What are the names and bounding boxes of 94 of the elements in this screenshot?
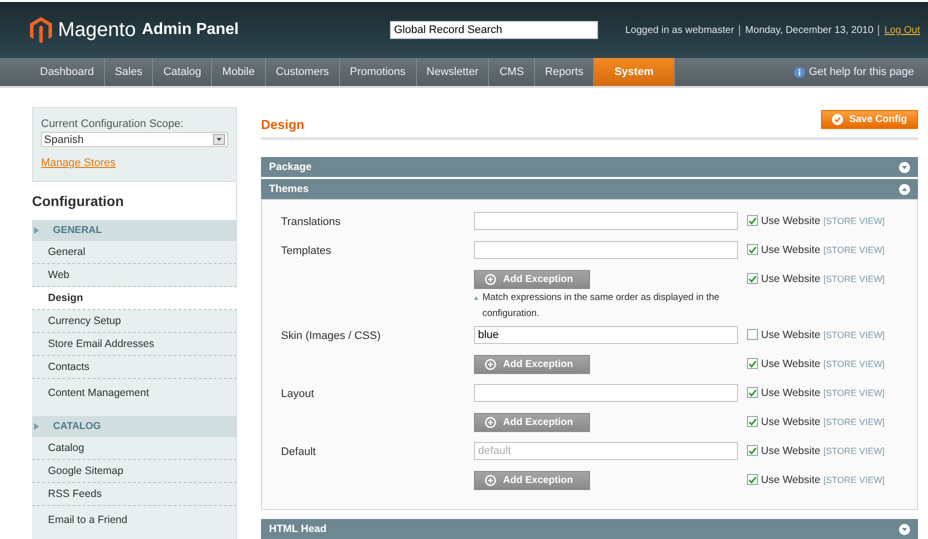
- scope-label: Current Configuration Scope:: [41, 118, 184, 130]
- add-exception-button[interactable]: Add Exception: [474, 471, 590, 490]
- dropdown-icon: [213, 134, 225, 145]
- text-field[interactable]: [474, 212, 738, 230]
- checkbox-label: Use Website: [761, 387, 820, 399]
- checkbox-label: Use Website: [761, 244, 820, 256]
- nav-tab[interactable]: Promotions: [340, 58, 417, 86]
- checkbox[interactable]: [747, 445, 758, 456]
- date-text: Monday, December 13, 2010: [739, 24, 874, 36]
- text-field[interactable]: [474, 241, 738, 259]
- save-config-button[interactable]: Save Config: [821, 110, 918, 129]
- sidebar-item[interactable]: Currency Setup: [32, 310, 237, 333]
- plus-icon: [485, 274, 496, 285]
- triangle-icon: [474, 296, 478, 300]
- checkbox-label: Use Website: [761, 215, 820, 227]
- user-info: Logged in as webmaster: [625, 24, 734, 36]
- section-title: GENERAL: [53, 225, 102, 236]
- triangle-icon: [34, 423, 39, 430]
- text-field[interactable]: default: [474, 442, 738, 460]
- help-icon: [794, 66, 805, 78]
- note-text: Match expressions in the same order as displayed in the configuration.: [482, 291, 720, 321]
- add-exception-button[interactable]: Add Exception: [474, 355, 590, 374]
- sidebar-item[interactable]: Email to a Friend: [32, 506, 237, 539]
- field-label: Translations: [281, 216, 341, 228]
- sidebar-item[interactable]: Google Sitemap: [32, 460, 237, 483]
- scope-tag: [STORE VIEW]: [823, 329, 885, 340]
- nav-tab[interactable]: CMS: [489, 58, 535, 86]
- manage-stores-link[interactable]: Manage Stores: [41, 157, 116, 169]
- page-title: Design: [261, 116, 304, 132]
- plus-icon: [485, 475, 496, 486]
- group-title: Package: [269, 161, 312, 173]
- section-header[interactable]: GENERAL: [32, 220, 237, 241]
- nav-tab[interactable]: Catalog: [153, 58, 212, 86]
- nav-tab[interactable]: System: [594, 58, 675, 86]
- field-label: Layout: [281, 388, 314, 400]
- nav-tab[interactable]: Dashboard: [30, 58, 105, 86]
- nav-tab[interactable]: Mobile: [212, 58, 266, 86]
- checkbox[interactable]: [747, 474, 758, 485]
- scope-tag: [STORE VIEW]: [823, 445, 885, 456]
- checkbox[interactable]: [747, 416, 758, 427]
- scope-tag: [STORE VIEW]: [823, 474, 885, 485]
- field-label: Skin (Images / CSS): [281, 330, 381, 342]
- field-label: Default: [281, 446, 316, 458]
- add-exception-button[interactable]: Add Exception: [474, 270, 590, 289]
- section-title: CATALOG: [53, 421, 101, 432]
- sidebar-item[interactable]: RSS Feeds: [32, 483, 237, 506]
- help-link[interactable]: Get help for this page: [808, 66, 914, 78]
- check-icon: [832, 114, 844, 125]
- search-field[interactable]: Global Record Search: [390, 21, 598, 39]
- sidebar-item[interactable]: Web: [32, 264, 237, 287]
- sidebar-item[interactable]: Store Email Addresses: [32, 333, 237, 356]
- sidebar-item[interactable]: Content Management: [32, 379, 237, 416]
- checkbox[interactable]: [747, 215, 758, 226]
- checkbox-label: Use Website: [761, 358, 820, 370]
- nav-tab[interactable]: Customers: [266, 58, 340, 86]
- group-title: HTML Head: [269, 523, 327, 535]
- checkbox-label: Use Website: [761, 273, 820, 285]
- scope-tag: [STORE VIEW]: [823, 358, 885, 369]
- logo-icon: [30, 17, 52, 43]
- logout-link[interactable]: Log Out: [878, 24, 920, 36]
- triangle-icon: [34, 227, 39, 234]
- plus-icon: [485, 359, 496, 370]
- text-field[interactable]: blue: [474, 326, 738, 344]
- checkbox-label: Use Website: [761, 445, 820, 457]
- nav-tab[interactable]: Newsletter: [416, 58, 490, 86]
- scope-tag: [STORE VIEW]: [823, 215, 885, 226]
- add-exception-button[interactable]: Add Exception: [474, 413, 590, 432]
- plus-icon: [485, 417, 496, 428]
- checkbox-label: Use Website: [761, 474, 820, 486]
- checkbox[interactable]: [747, 358, 758, 369]
- sidebar-item[interactable]: Catalog: [32, 437, 237, 460]
- logo-text: Magento: [58, 18, 136, 42]
- scope-tag: [STORE VIEW]: [823, 273, 885, 284]
- group-title: Themes: [269, 183, 309, 195]
- checkbox[interactable]: [747, 244, 758, 255]
- scope-tag: [STORE VIEW]: [823, 416, 885, 427]
- group-header[interactable]: Themes: [261, 179, 918, 199]
- checkbox[interactable]: [747, 329, 758, 340]
- sidebar-item[interactable]: General: [32, 241, 237, 264]
- logo-subtitle: Admin Panel: [142, 21, 239, 39]
- nav-tab[interactable]: Sales: [104, 58, 154, 86]
- checkbox-label: Use Website: [761, 416, 820, 428]
- checkbox-label: Use Website: [761, 329, 820, 341]
- group-header[interactable]: HTML Head: [261, 519, 918, 539]
- scope-tag: [STORE VIEW]: [823, 387, 885, 398]
- field-label: Templates: [281, 245, 332, 257]
- scope-tag: [STORE VIEW]: [823, 244, 885, 255]
- section-header[interactable]: CATALOG: [32, 416, 237, 437]
- checkbox[interactable]: [747, 387, 758, 398]
- sidebar-item[interactable]: Contacts: [32, 356, 237, 379]
- text-field[interactable]: [474, 384, 738, 402]
- group-header[interactable]: Package: [261, 157, 918, 177]
- checkbox[interactable]: [747, 273, 758, 284]
- scope-select[interactable]: Spanish: [41, 132, 228, 147]
